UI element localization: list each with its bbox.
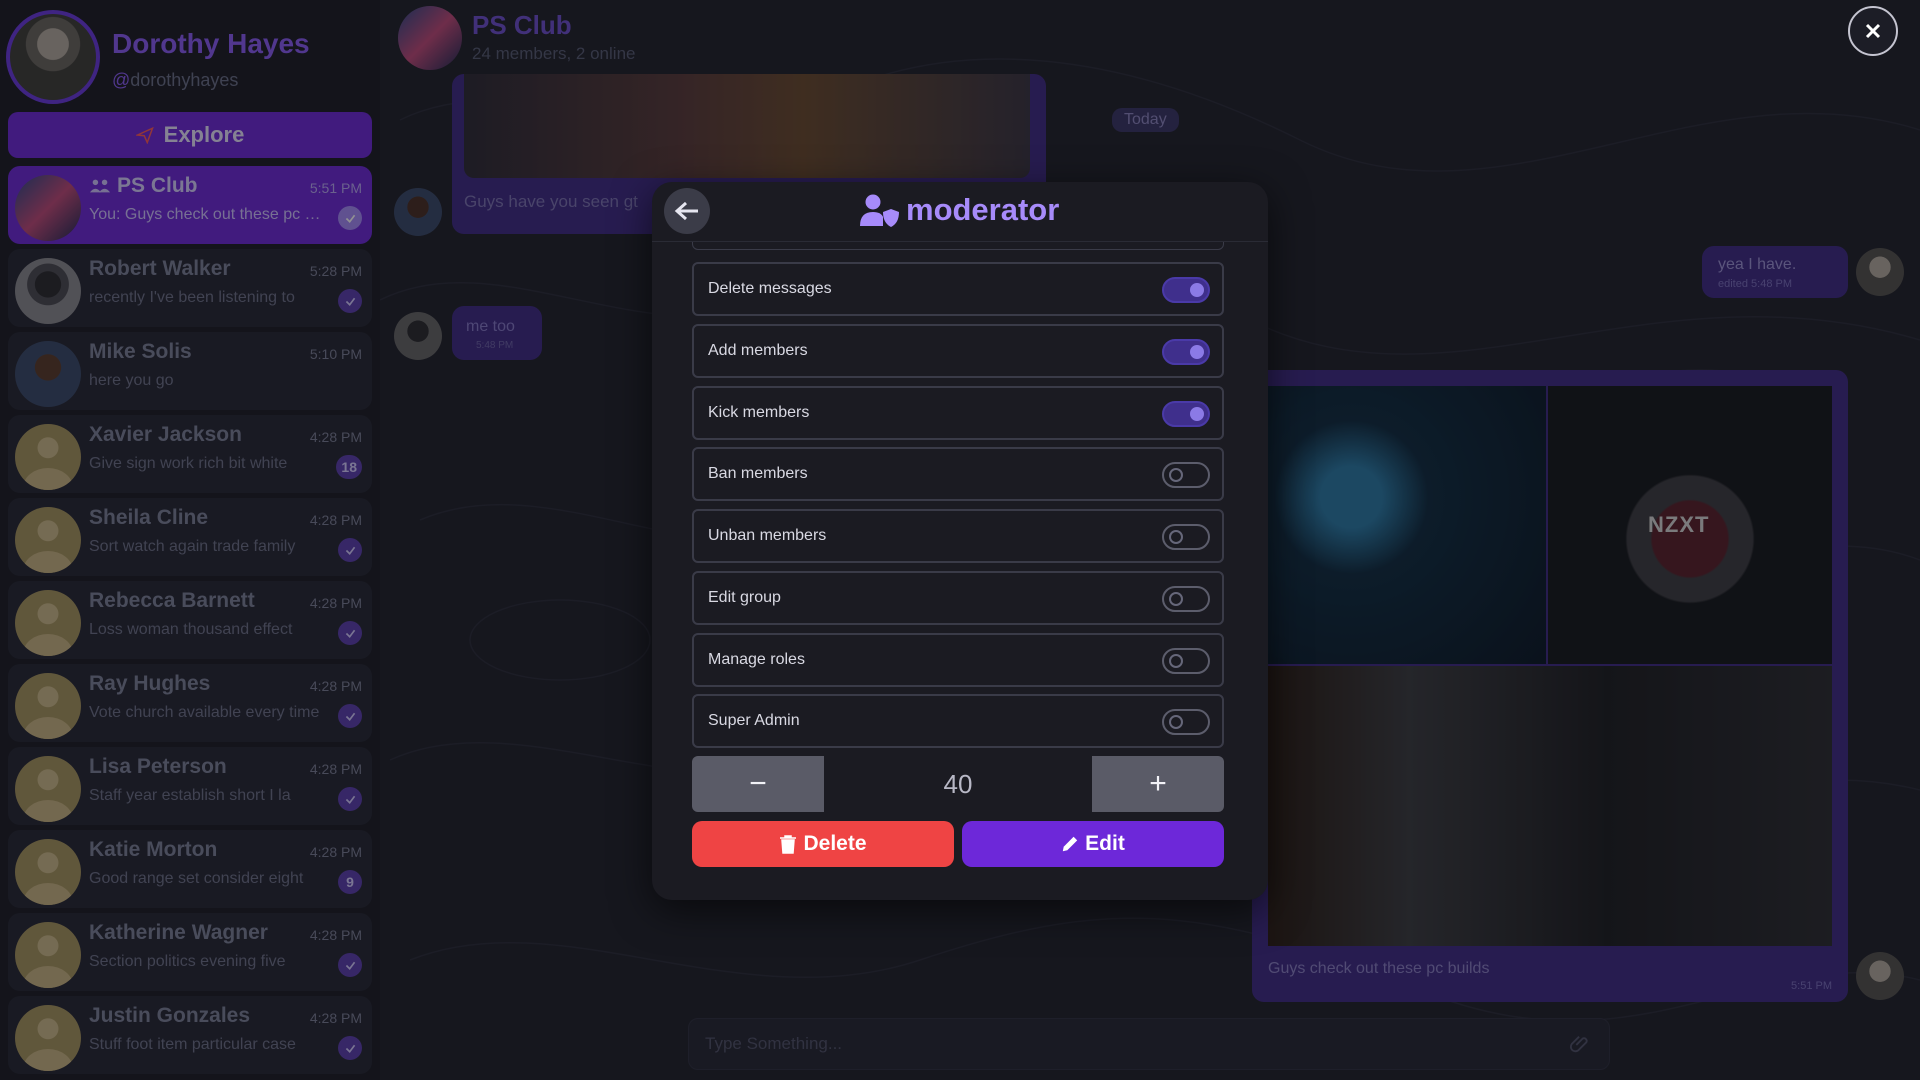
modal-header: moderator: [652, 182, 1268, 242]
permission-edit-group: Edit group: [692, 571, 1224, 625]
toggle-switch[interactable]: [1162, 709, 1210, 735]
toggle-switch[interactable]: [1162, 277, 1210, 303]
permission-label: Ban members: [708, 465, 808, 482]
close-icon: [1865, 23, 1881, 39]
toggle-knob: [1190, 345, 1204, 359]
toggle-switch[interactable]: [1162, 339, 1210, 365]
increment-button[interactable]: +: [1092, 756, 1224, 812]
permission-kick-members: Kick members: [692, 386, 1224, 440]
toggle-switch[interactable]: [1162, 586, 1210, 612]
permission-label: Delete messages: [708, 280, 832, 297]
permission-super-admin: Super Admin: [692, 694, 1224, 748]
modal-title: moderator: [860, 192, 1059, 228]
toggle-knob: [1190, 407, 1204, 421]
delete-role-button[interactable]: Delete: [692, 821, 954, 867]
toggle-switch[interactable]: [1162, 524, 1210, 550]
permission-label: Edit group: [708, 589, 781, 606]
toggle-switch[interactable]: [1162, 648, 1210, 674]
permission-label: Add members: [708, 342, 808, 359]
permission-label: Unban members: [708, 527, 827, 544]
permission-row-partial: [692, 242, 1224, 250]
toggle-knob: [1169, 715, 1183, 729]
edit-label: Edit: [1085, 832, 1125, 855]
permission-label: Super Admin: [708, 712, 800, 729]
pencil-icon: [1062, 836, 1078, 852]
permission-label: Kick members: [708, 404, 810, 421]
permission-manage-roles: Manage roles: [692, 633, 1224, 687]
permission-delete-messages: Delete messages: [692, 262, 1224, 316]
toggle-switch[interactable]: [1162, 462, 1210, 488]
back-button[interactable]: [664, 188, 710, 234]
trash-icon: [780, 835, 797, 854]
permission-ban-members: Ban members: [692, 447, 1224, 501]
edit-role-button[interactable]: Edit: [962, 821, 1224, 867]
decrement-button[interactable]: −: [692, 756, 824, 812]
toggle-knob: [1169, 468, 1183, 482]
close-button[interactable]: [1848, 6, 1898, 56]
toggle-knob: [1190, 283, 1204, 297]
user-shield-icon: [860, 194, 899, 227]
stepper-value[interactable]: 40: [824, 756, 1092, 812]
toggle-knob: [1169, 530, 1183, 544]
permission-label: Manage roles: [708, 651, 805, 668]
permission-unban-members: Unban members: [692, 509, 1224, 563]
toggle-knob: [1169, 592, 1183, 606]
toggle-switch[interactable]: [1162, 401, 1210, 427]
priority-stepper: − 40 +: [692, 756, 1224, 812]
role-name: moderator: [906, 192, 1060, 227]
delete-label: Delete: [803, 832, 867, 855]
toggle-knob: [1169, 654, 1183, 668]
arrow-left-icon: [674, 201, 698, 221]
permission-add-members: Add members: [692, 324, 1224, 378]
